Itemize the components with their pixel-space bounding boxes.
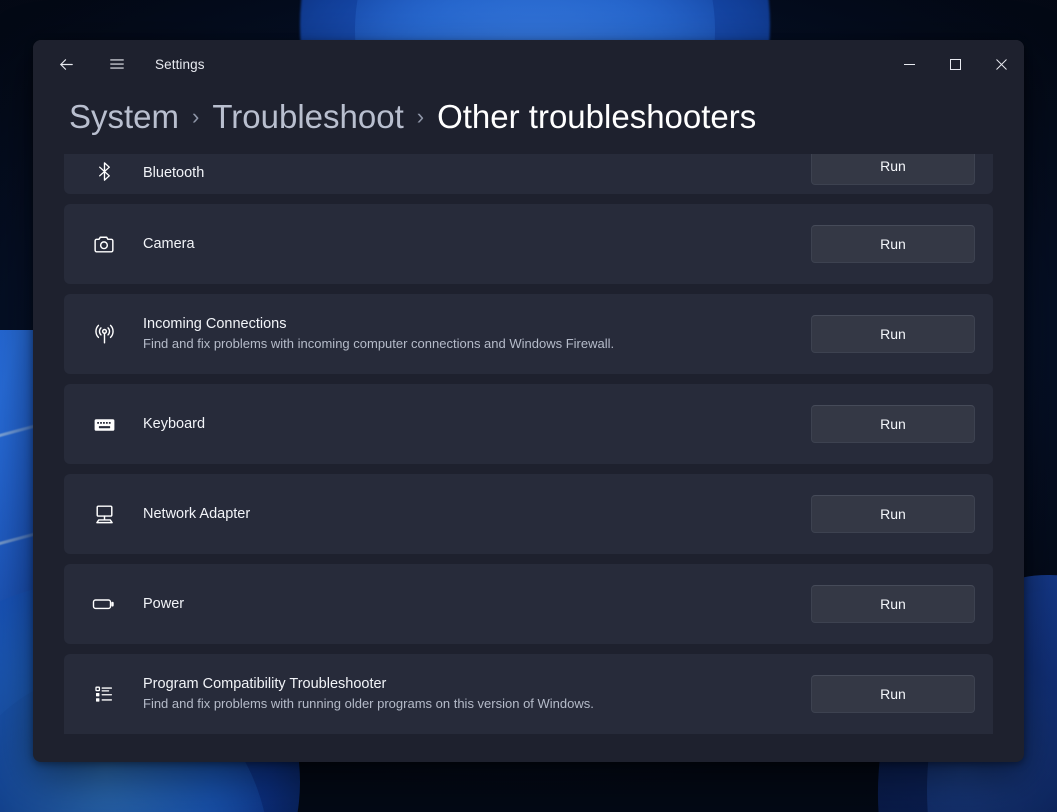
troubleshooter-text: Bluetooth [143,164,811,183]
keyboard-icon [86,412,122,437]
hamburger-icon [110,59,124,69]
list-icon [86,682,122,706]
battery-icon [86,591,122,617]
breadcrumb-separator: › [192,104,200,129]
troubleshooter-description: Find and fix problems with incoming comp… [143,336,615,351]
troubleshooter-text: Camera [143,235,811,254]
troubleshooter-row-keyboard[interactable]: Keyboard Run [64,384,993,464]
troubleshooter-list: Bluetooth Run Camera Run Incoming Connec… [33,154,1024,762]
list-glyph [95,686,112,702]
troubleshooter-row-network-adapter[interactable]: Network Adapter Run [64,474,993,554]
troubleshooter-title: Keyboard [143,415,206,432]
breadcrumb-item-system[interactable]: System [69,98,179,136]
troubleshooter-text: Network Adapter [143,505,811,524]
troubleshooter-title: Power [143,595,185,612]
troubleshooter-row-camera[interactable]: Camera Run [64,204,993,284]
network-adapter-icon [86,502,122,527]
troubleshooter-row-bluetooth[interactable]: Bluetooth Run [64,154,993,194]
run-button-camera[interactable]: Run [811,225,975,263]
troubleshooter-title: Bluetooth [143,165,205,181]
bluetooth-icon [86,160,122,183]
troubleshooter-text: Power [143,595,811,614]
desktop: Settings System › Troubleshoot › Other t… [0,0,1057,812]
troubleshooter-text: Incoming Connections Find and fix proble… [143,315,811,353]
minimize-button[interactable] [886,40,932,88]
run-button-program-compatibility[interactable]: Run [811,675,975,713]
run-button-incoming-connections[interactable]: Run [811,315,975,353]
troubleshooter-title: Incoming Connections [143,316,287,332]
breadcrumb-item-troubleshoot[interactable]: Troubleshoot [212,98,403,136]
troubleshooter-title: Camera [143,235,195,252]
troubleshooter-title: Program Compatibility Troubleshooter [143,676,387,692]
troubleshooter-row-incoming-connections[interactable]: Incoming Connections Find and fix proble… [64,294,993,374]
troubleshooter-title: Network Adapter [143,505,251,522]
back-arrow-icon [59,58,73,70]
run-button-keyboard[interactable]: Run [811,405,975,443]
keyboard-glyph [94,418,114,431]
close-icon [995,58,1007,70]
window-controls [886,40,1024,88]
camera-icon [86,232,122,257]
close-button[interactable] [978,40,1024,88]
run-button-bluetooth[interactable]: Run [811,154,975,185]
breadcrumb: System › Troubleshoot › Other troublesho… [33,88,1024,154]
breadcrumb-separator: › [416,104,425,129]
maximize-icon [949,58,961,70]
minimize-icon [903,63,915,65]
hamburger-menu-button[interactable] [97,47,137,81]
breadcrumb-item-other-troubleshooters: Other troubleshooters [437,98,757,135]
title-bar: Settings [33,40,1024,88]
maximize-button[interactable] [932,40,978,88]
window-title: Settings [155,56,205,72]
troubleshooter-row-program-compatibility[interactable]: Program Compatibility Troubleshooter Fin… [64,654,993,734]
broadcast-icon [86,322,122,347]
run-button-network-adapter[interactable]: Run [811,495,975,533]
run-button-power[interactable]: Run [811,585,975,623]
troubleshooter-text: Keyboard [143,415,811,434]
troubleshooter-description: Find and fix problems with running older… [143,696,594,711]
troubleshooter-text: Program Compatibility Troubleshooter Fin… [143,675,811,713]
back-button[interactable] [46,47,86,81]
troubleshooter-row-power[interactable]: Power Run [64,564,993,644]
settings-window: Settings System › Troubleshoot › Other t… [33,40,1024,762]
